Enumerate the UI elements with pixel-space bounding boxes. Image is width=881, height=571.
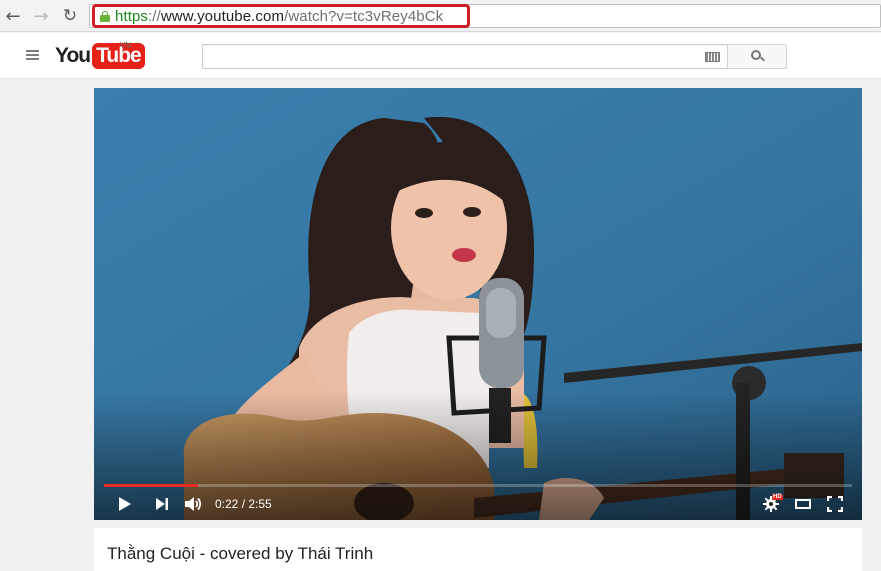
youtube-logo[interactable]: You Tube VN bbox=[55, 41, 145, 69]
settings-button[interactable]: HD bbox=[760, 494, 783, 514]
time-display: 0:22 / 2:55 bbox=[215, 497, 272, 511]
address-bar[interactable]: https://www.youtube.com/watch?v=tc3vRey4… bbox=[89, 4, 881, 28]
play-icon bbox=[119, 497, 131, 511]
reload-icon: ↻ bbox=[62, 6, 78, 26]
url-separator: :// bbox=[148, 8, 161, 25]
browser-toolbar: ← → ↻ https://www.youtube.com/watch?v=tc… bbox=[0, 0, 881, 32]
hd-badge: HD bbox=[772, 494, 783, 500]
reload-button[interactable]: ↻ bbox=[60, 6, 80, 26]
lock-icon bbox=[100, 11, 110, 22]
url-path: /watch?v=tc3vRey4bCk bbox=[284, 8, 444, 25]
back-button[interactable]: ← bbox=[3, 5, 23, 27]
volume-icon bbox=[185, 497, 202, 511]
video-frame bbox=[94, 88, 862, 520]
volume-button[interactable] bbox=[184, 494, 204, 514]
url-text[interactable]: https://www.youtube.com/watch?v=tc3vRey4… bbox=[115, 8, 443, 25]
next-button[interactable] bbox=[154, 494, 170, 514]
search-icon bbox=[751, 50, 761, 60]
search-input[interactable] bbox=[202, 44, 728, 69]
guide-menu-icon[interactable] bbox=[26, 50, 39, 60]
theater-mode-button[interactable] bbox=[794, 494, 812, 514]
search-button[interactable] bbox=[727, 44, 787, 69]
video-player[interactable]: 0:22 / 2:55 HD bbox=[94, 88, 862, 520]
progress-bar[interactable] bbox=[104, 484, 852, 487]
logo-region-label: VN bbox=[120, 41, 132, 50]
forward-button[interactable]: → bbox=[31, 5, 51, 27]
youtube-masthead: You Tube VN bbox=[0, 33, 881, 79]
current-time: 0:22 bbox=[215, 497, 239, 511]
player-controls: 0:22 / 2:55 HD bbox=[94, 490, 862, 520]
search-icon-handle bbox=[760, 56, 765, 62]
fullscreen-icon bbox=[827, 496, 843, 512]
video-title: Thằng Cuội - covered by Thái Trinh bbox=[107, 544, 374, 563]
play-button[interactable] bbox=[116, 494, 134, 514]
logo-you-text: You bbox=[55, 44, 91, 67]
url-scheme: https bbox=[115, 8, 149, 25]
arrow-right-icon: → bbox=[33, 5, 49, 27]
theater-mode-icon bbox=[795, 499, 811, 509]
progress-played bbox=[104, 484, 198, 487]
video-info-card: Thằng Cuội - covered by Thái Trinh bbox=[94, 528, 862, 571]
time-separator: / bbox=[238, 497, 249, 511]
logo-tube-text: Tube bbox=[92, 43, 145, 69]
url-host: www.youtube.com bbox=[160, 8, 285, 25]
duration: 2:55 bbox=[248, 497, 272, 511]
fullscreen-button[interactable] bbox=[826, 494, 844, 514]
arrow-left-icon: ← bbox=[5, 5, 21, 27]
next-icon bbox=[156, 498, 168, 510]
keyboard-icon[interactable] bbox=[705, 52, 720, 62]
